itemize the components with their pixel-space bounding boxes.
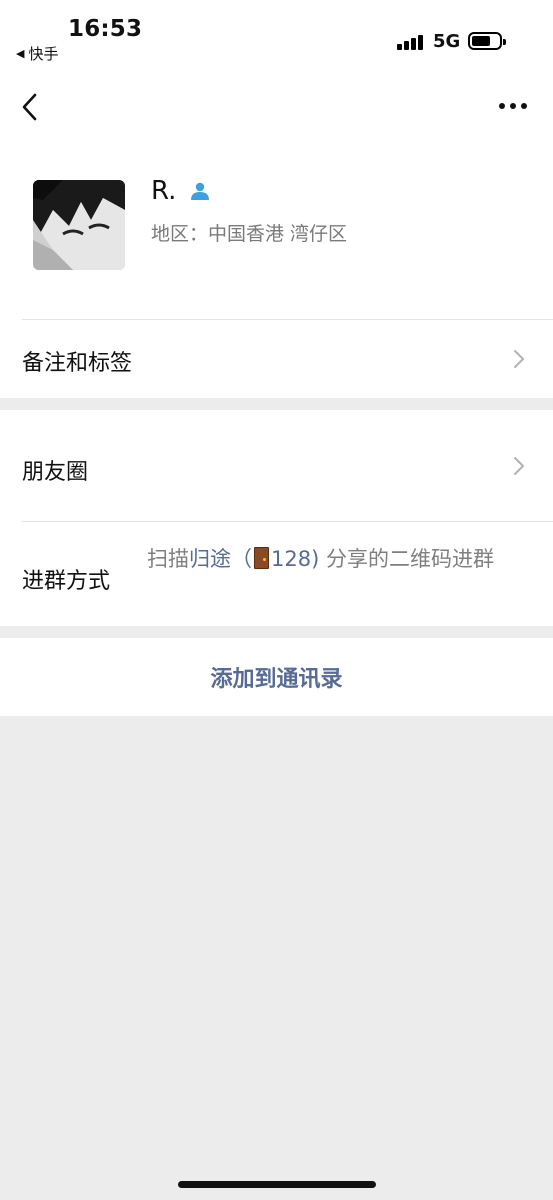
back-triangle-icon: ◀ [16,47,25,60]
add-to-contacts-button[interactable]: 添加到通讯录 [0,661,553,693]
join-method-value: 扫描归途（ 128) 分享的二维码进群 [147,545,532,574]
chevron-right-icon [514,350,524,368]
inviter-name-suffix: 128) [271,547,320,571]
person-icon [191,182,209,200]
divider [22,319,553,320]
contact-name: R. [151,176,177,206]
join-suffix: 分享的二维码进群 [319,547,494,571]
moments-row-label[interactable]: 朋友圈 [22,454,88,486]
back-to-app[interactable]: ◀ 快手 [16,43,58,64]
battery-icon [468,32,506,50]
inviter-link[interactable]: 归途（ 128) [189,547,319,571]
status-time: 16:53 [68,16,143,42]
avatar[interactable] [33,180,125,270]
ellipsis-icon[interactable] [497,95,531,117]
remark-row-label[interactable]: 备注和标签 [22,345,132,377]
network-label: 5G [433,31,461,52]
join-method-label: 进群方式 [22,569,111,594]
back-app-label: 快手 [28,45,59,63]
door-icon [254,547,269,569]
signal-icon [397,35,425,50]
chevron-right-icon [514,457,524,475]
join-prefix: 扫描 [147,547,189,571]
chevron-left-icon[interactable] [18,90,48,124]
home-indicator[interactable] [178,1181,376,1188]
divider [22,521,553,522]
contact-region: 地区：中国香港 湾仔区 [151,223,348,245]
inviter-name: 归途（ [189,547,252,571]
